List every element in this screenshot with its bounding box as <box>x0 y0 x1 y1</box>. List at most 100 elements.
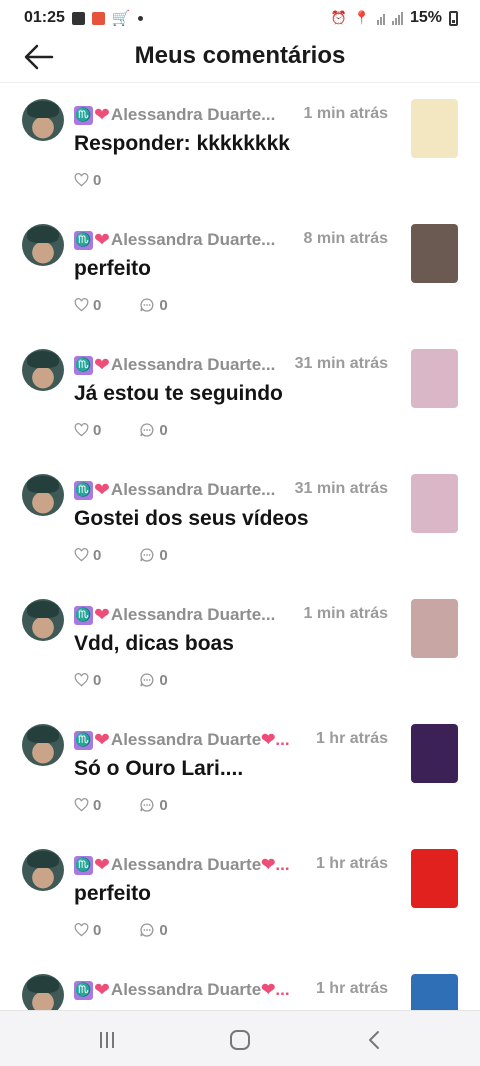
like-button[interactable]: 0 <box>74 547 101 564</box>
comment-text: perfeito <box>74 257 152 280</box>
comment-stats: 00 <box>74 795 206 815</box>
comment-item[interactable]: ♏ ❤ Alessandra Duarte❤... 1 hr atrás perfeit… <box>0 833 480 958</box>
like-button[interactable]: 0 <box>74 422 101 439</box>
comment-stats: 00 <box>74 420 206 440</box>
comment-text: Só o Ouro Lari.... <box>74 757 244 780</box>
heart-emoji-icon: ❤ <box>94 979 110 1001</box>
reply-button[interactable]: 0 <box>139 671 168 689</box>
comment-time: 1 min atrás <box>303 605 388 622</box>
comment-item[interactable]: ♏ ❤ Alessandra Duarte❤... 1 hr atrás Só o Ou… <box>0 708 480 833</box>
comment-stats: 00 <box>74 920 206 940</box>
comment-item[interactable]: ♏ ❤ Alessandra Duarte... 31 min atrás Gostei… <box>0 458 480 583</box>
comment-item[interactable]: ♏ ❤ Alessandra Duarte❤... 1 hr atrás <box>0 958 480 1010</box>
avatar[interactable] <box>22 724 64 766</box>
username-text: Alessandra Duarte... <box>110 480 276 499</box>
comment-icon <box>139 297 155 313</box>
video-thumbnail[interactable] <box>411 724 458 783</box>
username-text: Alessandra Duarte... <box>110 230 276 249</box>
reply-count: 0 <box>159 546 168 564</box>
heart-emoji-icon: ❤ <box>94 354 110 376</box>
like-button[interactable]: 0 <box>74 672 101 689</box>
like-icon <box>74 673 89 687</box>
comment-time: 1 hr atrás <box>315 730 388 747</box>
comment-stats: 00 <box>74 545 206 565</box>
comment-time: 1 hr atrás <box>315 855 388 872</box>
comment-time: 31 min atrás <box>294 480 388 497</box>
like-count: 0 <box>93 296 102 314</box>
username-suffix: ❤... <box>261 730 290 749</box>
username: Alessandra Duarte❤... <box>111 730 290 750</box>
heart-emoji-icon: ❤ <box>94 229 110 251</box>
comment-time: 8 min atrás <box>303 230 388 247</box>
heart-emoji-icon: ❤ <box>94 479 110 501</box>
video-thumbnail[interactable] <box>411 599 458 658</box>
like-button[interactable]: 0 <box>74 297 101 314</box>
reply-button[interactable]: 0 <box>139 797 168 814</box>
comment-item[interactable]: ♏ ❤ Alessandra Duarte... 31 min atrás Já est… <box>0 333 480 458</box>
comment-list[interactable]: ♏ ❤ Alessandra Duarte... 1 min atrás Respond… <box>0 83 480 1010</box>
username: Alessandra Duarte... <box>111 105 275 125</box>
like-icon <box>74 173 89 187</box>
back-nav-icon[interactable] <box>362 1027 388 1053</box>
like-button[interactable]: 0 <box>74 797 101 814</box>
comment-stats: 00 <box>74 295 206 315</box>
like-icon <box>74 798 89 812</box>
video-thumbnail[interactable] <box>411 474 458 533</box>
username: Alessandra Duarte❤... <box>111 980 290 1000</box>
like-icon <box>74 423 89 437</box>
heart-emoji-icon: ❤ <box>94 604 110 626</box>
reply-button[interactable]: 0 <box>139 297 168 314</box>
reply-button[interactable]: 0 <box>139 546 168 564</box>
avatar[interactable] <box>22 349 64 391</box>
like-icon <box>74 298 89 312</box>
like-count: 0 <box>93 546 102 564</box>
avatar[interactable] <box>22 599 64 641</box>
avatar[interactable] <box>22 849 64 891</box>
reply-count: 0 <box>159 671 168 689</box>
comment-text: Gostei dos seus vídeos <box>74 507 309 530</box>
signal-icon <box>391 11 403 25</box>
username: Alessandra Duarte... <box>111 230 275 250</box>
username: Alessandra Duarte... <box>111 480 275 500</box>
comment-stats: 0 <box>74 170 139 190</box>
reply-button[interactable]: 0 <box>139 421 168 439</box>
comment-item[interactable]: ♏ ❤ Alessandra Duarte... 1 min atrás Respond… <box>0 83 480 208</box>
comment-icon <box>139 922 155 938</box>
comment-icon <box>139 547 155 563</box>
avatar[interactable] <box>22 224 64 266</box>
username: Alessandra Duarte❤... <box>111 855 290 875</box>
like-button[interactable]: 0 <box>74 172 101 189</box>
avatar[interactable] <box>22 99 64 141</box>
video-thumbnail[interactable] <box>411 99 458 158</box>
comment-item[interactable]: ♏ ❤ Alessandra Duarte... 1 min atrás Vdd, di… <box>0 583 480 708</box>
more-notifications-icon <box>137 15 143 21</box>
wifi-icon <box>376 11 385 25</box>
video-thumbnail[interactable] <box>411 974 458 1010</box>
heart-emoji-icon: ❤ <box>94 104 110 126</box>
comment-text: perfeito <box>74 882 152 905</box>
avatar[interactable] <box>22 474 64 516</box>
avatar[interactable] <box>22 974 64 1010</box>
zodiac-badge: ♏ <box>74 480 93 500</box>
recent-apps-icon[interactable] <box>94 1027 120 1053</box>
zodiac-badge: ♏ <box>74 355 93 375</box>
gallery-notification-icon <box>71 11 85 25</box>
like-button[interactable]: 0 <box>74 922 101 939</box>
zodiac-badge: ♏ <box>74 855 93 875</box>
home-icon[interactable] <box>227 1027 253 1053</box>
page-title: Meus comentários <box>134 42 346 69</box>
comment-time: 31 min atrás <box>294 355 388 372</box>
comment-icon <box>139 797 155 813</box>
comment-icon <box>139 672 155 688</box>
comment-time: 1 hr atrás <box>315 980 388 997</box>
like-count: 0 <box>93 171 102 189</box>
zodiac-badge: ♏ <box>74 105 93 125</box>
video-thumbnail[interactable] <box>411 849 458 908</box>
reply-count: 0 <box>159 421 168 439</box>
comment-stats: 00 <box>74 670 206 690</box>
reply-button[interactable]: 0 <box>139 922 168 939</box>
comment-item[interactable]: ♏ ❤ Alessandra Duarte... 8 min atrás perfeit… <box>0 208 480 333</box>
battery-icon <box>449 10 458 26</box>
video-thumbnail[interactable] <box>411 349 458 408</box>
video-thumbnail[interactable] <box>411 224 458 283</box>
